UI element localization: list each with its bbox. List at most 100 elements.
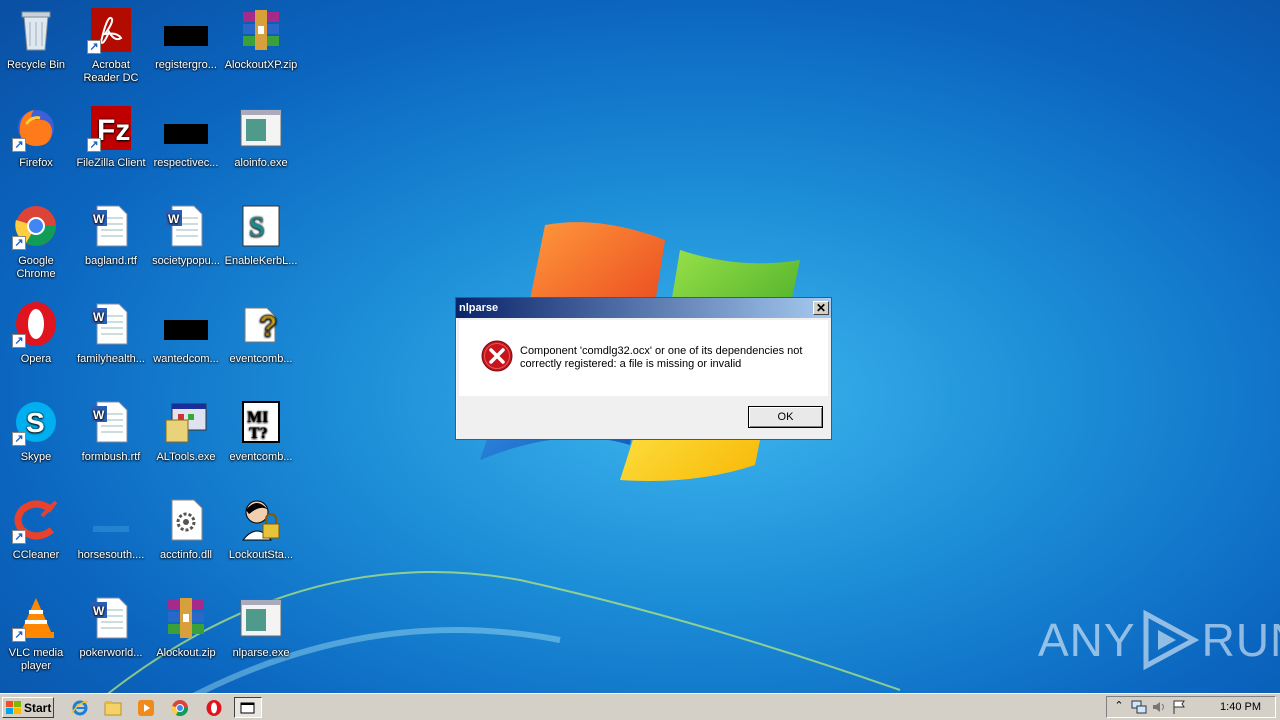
desktop-icon-acctinfo-dll[interactable]: acctinfo.dll <box>148 492 224 582</box>
svg-text:W: W <box>93 212 105 226</box>
shortcut-arrow-icon: ↗ <box>12 530 26 544</box>
opera-icon <box>206 699 222 716</box>
desktop-icon-filezilla-client[interactable]: Fz ↗ FileZilla Client <box>73 100 149 190</box>
desktop-icon-label: acctinfo.dll <box>160 549 212 561</box>
start-button[interactable]: Start <box>2 697 54 718</box>
filezilla-icon: Fz ↗ <box>87 104 135 152</box>
svg-text:W: W <box>93 604 105 618</box>
svg-text:S: S <box>249 212 265 243</box>
desktop-icon-label: AlockoutXP.zip <box>224 59 298 71</box>
action-center-flag-icon[interactable] <box>1171 699 1187 715</box>
desktop-icon-formbush-rtf[interactable]: Wformbush.rtf <box>73 394 149 484</box>
desktop-icon-bagland-rtf[interactable]: Wbagland.rtf <box>73 198 149 288</box>
desktop-icon-label: Acrobat Reader DC <box>83 59 139 84</box>
ccleaner-icon: ↗ <box>12 496 60 544</box>
desktop-icon-altools-exe[interactable]: ALTools.exe <box>148 394 224 484</box>
svg-text:W: W <box>168 212 180 226</box>
black-file-icon <box>162 104 210 152</box>
desktop-icon-label: FileZilla Client <box>76 157 146 169</box>
taskbar-opera[interactable] <box>203 697 225 718</box>
desktop-icon-wantedcom[interactable]: wantedcom... <box>148 296 224 386</box>
desktop-icon-lockoutsta[interactable]: LockoutSta... <box>223 492 299 582</box>
desktop-icon-eventcomb[interactable]: ? eventcomb... <box>223 296 299 386</box>
desktop-icon-label: familyhealth... <box>77 353 145 365</box>
recycle-bin-icon <box>12 6 60 54</box>
media-player-icon <box>138 699 154 716</box>
taskbar-media-player[interactable] <box>135 697 157 718</box>
dialog-body: Component 'comdlg32.ocx' or one of its d… <box>459 320 828 396</box>
desktop-icon-alockout-zip[interactable]: Alockout.zip <box>148 590 224 680</box>
desktop-icon-firefox[interactable]: ↗ Firefox <box>0 100 74 190</box>
error-icon <box>481 340 513 372</box>
exe-window-icon <box>237 104 285 152</box>
windows-flag-icon <box>6 700 21 714</box>
taskbar-internet-explorer[interactable] <box>69 697 91 718</box>
help-file-icon: ? <box>237 300 285 348</box>
show-hidden-icons-icon[interactable]: ⌃ <box>1111 699 1127 715</box>
opera-icon: ↗ <box>12 300 60 348</box>
svg-text:MI: MI <box>247 409 268 426</box>
dialog-close-button[interactable]: ✕ <box>813 301 829 315</box>
skype-icon: S ↗ <box>12 398 60 446</box>
desktop-icon-label: EnableKerbL... <box>224 255 298 267</box>
lockout-icon <box>237 496 285 544</box>
script-icon: S <box>237 202 285 250</box>
chrome-icon <box>171 699 189 716</box>
taskbar-explorer[interactable] <box>102 697 124 718</box>
watermark-right-text: RUN <box>1201 614 1280 666</box>
desktop-icon-vlc-media-player[interactable]: ↗ VLC media player <box>0 590 74 680</box>
desktop-icon-google-chrome[interactable]: ↗ Google Chrome <box>0 198 74 288</box>
dll-icon <box>162 496 210 544</box>
desktop-icon-label: Skype <box>20 451 52 463</box>
desktop-icon-label: wantedcom... <box>153 353 219 365</box>
desktop-icon-acrobat-reader-dc[interactable]: ↗ Acrobat Reader DC <box>73 2 149 92</box>
desktop-icon-alockoutxp-zip[interactable]: AlockoutXP.zip <box>223 2 299 92</box>
desktop-icon-familyhealth[interactable]: Wfamilyhealth... <box>73 296 149 386</box>
desktop-icon-respectivec[interactable]: respectivec... <box>148 100 224 190</box>
desktop-icon-aloinfo-exe[interactable]: aloinfo.exe <box>223 100 299 190</box>
desktop-icon-label: eventcomb... <box>229 451 293 463</box>
taskbar-nlparse[interactable] <box>234 697 262 718</box>
network-icon[interactable] <box>1131 699 1147 715</box>
desktop-icon-label: formbush.rtf <box>81 451 141 463</box>
desktop-icon-skype[interactable]: S ↗ Skype <box>0 394 74 484</box>
shortcut-arrow-icon: ↗ <box>12 334 26 348</box>
taskbar-chrome[interactable] <box>169 697 191 718</box>
desktop-icon-ccleaner[interactable]: ↗ CCleaner <box>0 492 74 582</box>
winrar-icon <box>237 6 285 54</box>
desktop-icon-eventcomb[interactable]: MI T? eventcomb... <box>223 394 299 484</box>
volume-icon[interactable] <box>1151 699 1167 715</box>
ok-button[interactable]: OK <box>748 406 823 428</box>
dialog-titlebar[interactable]: nlparse ✕ <box>456 298 831 318</box>
winrar-icon <box>162 594 210 642</box>
shortcut-arrow-icon: ↗ <box>87 138 101 152</box>
desktop-icon-opera[interactable]: ↗ Opera <box>0 296 74 386</box>
desktop-icon-pokerworld[interactable]: Wpokerworld... <box>73 590 149 680</box>
dialog-message-line1: Component 'comdlg32.ocx' or one of its d… <box>520 345 803 357</box>
installer-icon <box>162 398 210 446</box>
dialog-message: Component 'comdlg32.ocx' or one of its d… <box>520 345 810 371</box>
chrome-icon: ↗ <box>12 202 60 250</box>
desktop-icon-societypopu[interactable]: Wsocietypopu... <box>148 198 224 288</box>
desktop-icon-label: Alockout.zip <box>156 647 216 659</box>
desktop-icon-nlparse-exe[interactable]: nlparse.exe <box>223 590 299 680</box>
word-doc-icon: W <box>87 300 135 348</box>
desktop-icon-label: CCleaner <box>12 549 60 561</box>
desktop-icon-label: nlparse.exe <box>232 647 290 659</box>
desktop-icon-label: horsesouth.... <box>77 549 145 561</box>
shortcut-arrow-icon: ↗ <box>12 138 26 152</box>
desktop-icon-label: bagland.rtf <box>85 255 137 267</box>
svg-text:S: S <box>26 407 45 438</box>
nlparse-window-icon <box>240 702 255 713</box>
desktop-icon-enablekerbl[interactable]: S EnableKerbL... <box>223 198 299 288</box>
watermark-left-text: ANY <box>1038 614 1136 666</box>
dialog-message-line2: correctly registered: a file is missing … <box>520 358 742 370</box>
desktop-icon-registergro[interactable]: registergro... <box>148 2 224 92</box>
acrobat-icon: ↗ <box>87 6 135 54</box>
svg-text:T?: T? <box>249 425 268 442</box>
svg-text:?: ? <box>259 310 277 343</box>
taskbar-clock[interactable]: 1:40 PM <box>1220 701 1261 713</box>
desktop-icon-recycle-bin[interactable]: Recycle Bin <box>0 2 74 92</box>
desktop-icon-horsesouth[interactable]: horsesouth.... <box>73 492 149 582</box>
exe-window-icon <box>237 594 285 642</box>
